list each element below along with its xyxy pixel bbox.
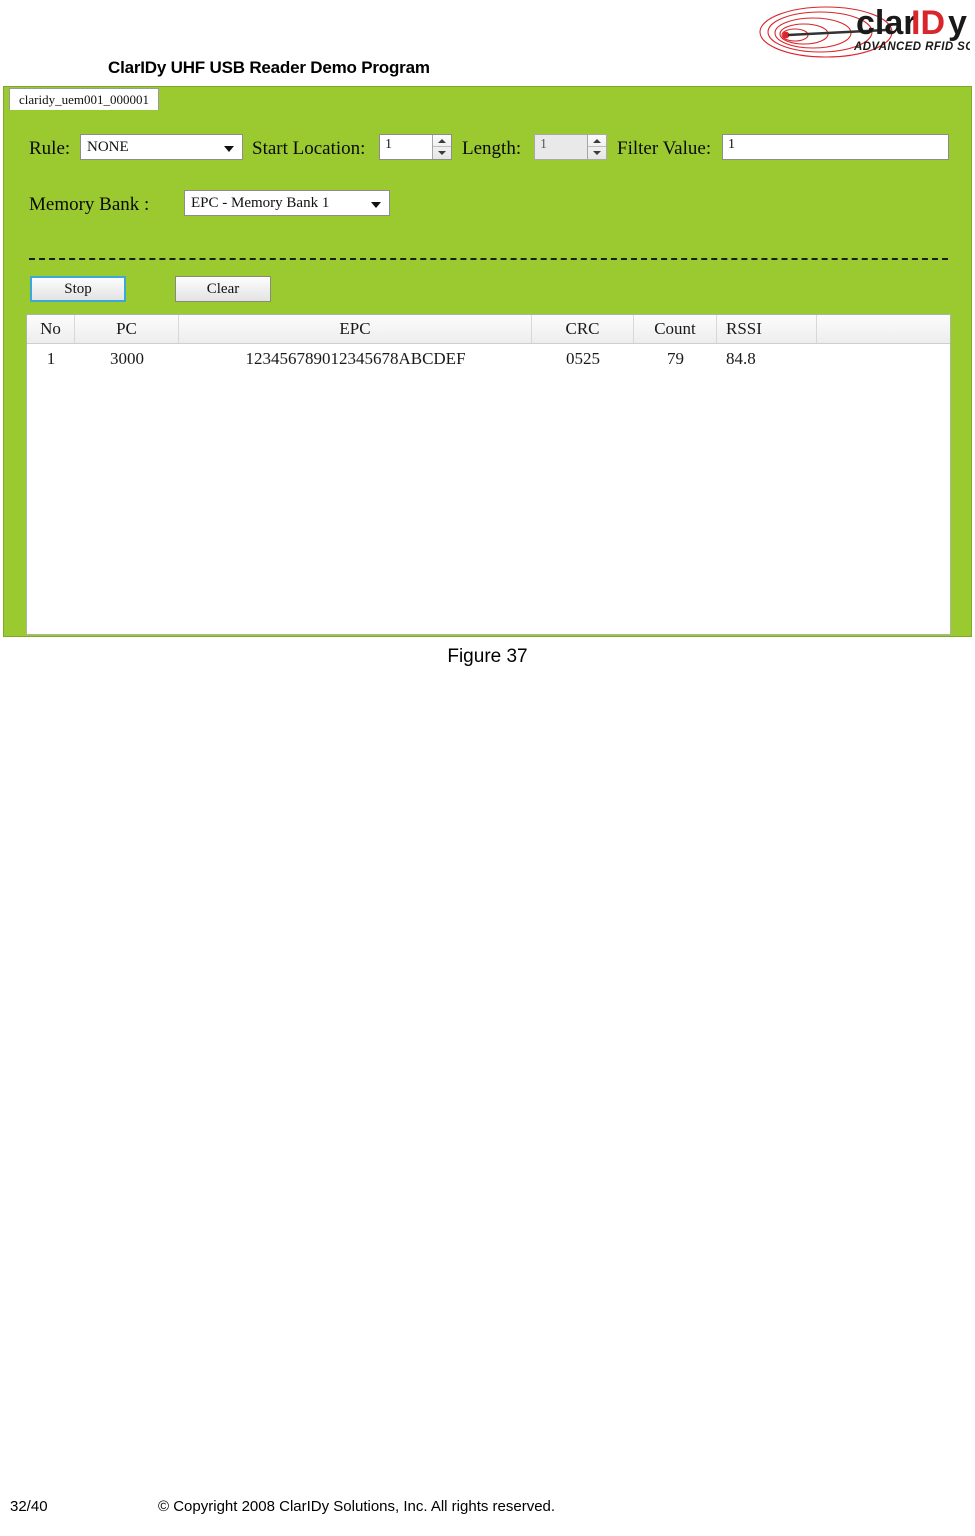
- svg-text:ID: ID: [911, 4, 945, 42]
- cell-rssi: 84.8: [726, 349, 756, 368]
- svg-text:ADVANCED RFID SOLUTIONS: ADVANCED RFID SOLUTIONS: [853, 41, 970, 53]
- stop-button[interactable]: Stop: [30, 276, 126, 302]
- chevron-down-icon: [371, 202, 381, 208]
- cell-spacer: [817, 344, 950, 374]
- figure-caption: Figure 37: [447, 646, 528, 667]
- length-stepper-buttons[interactable]: [587, 135, 606, 159]
- stepper-down-icon[interactable]: [588, 147, 606, 159]
- column-header-no[interactable]: No: [27, 315, 75, 343]
- filter-value-label: Filter Value:: [617, 138, 712, 159]
- tab-strip: claridy_uem001_000001: [4, 87, 971, 110]
- section-divider: [29, 258, 948, 260]
- cell-no: 1: [46, 349, 56, 368]
- chevron-down-icon: [224, 146, 234, 152]
- table-row[interactable]: 1 3000 123456789012345678ABCDEF 0525 79 …: [27, 344, 950, 374]
- start-location-label: Start Location:: [252, 138, 366, 159]
- cell-pc: 3000: [110, 349, 144, 368]
- svg-text:clar: clar: [856, 4, 917, 42]
- clear-button[interactable]: Clear: [175, 276, 271, 302]
- start-location-stepper-buttons[interactable]: [432, 135, 451, 159]
- rule-select[interactable]: NONE: [80, 134, 243, 160]
- svg-text:y: y: [948, 4, 967, 42]
- column-header-rssi[interactable]: RSSI: [717, 315, 817, 343]
- filter-value-input[interactable]: 1: [722, 134, 949, 160]
- action-buttons-row: Stop Clear: [4, 276, 971, 304]
- filter-controls-row: Rule: NONE Start Location: 1 Length: 1 F…: [4, 134, 971, 164]
- filter-value-text: 1: [728, 137, 735, 152]
- cell-epc: 123456789012345678ABCDEF: [245, 349, 466, 368]
- column-header-pc[interactable]: PC: [75, 315, 179, 343]
- rule-label: Rule:: [29, 138, 71, 159]
- grid-header-row: No PC EPC CRC Count RSSI: [27, 315, 950, 344]
- tab-claridy-uem001[interactable]: claridy_uem001_000001: [9, 88, 159, 110]
- length-stepper[interactable]: 1: [534, 134, 607, 160]
- page-header: clar ID y ADVANCED RFID SOLUTIONS ClarID…: [0, 0, 975, 86]
- column-header-crc[interactable]: CRC: [532, 315, 634, 343]
- length-label: Length:: [462, 138, 522, 159]
- panel-body: Rule: NONE Start Location: 1 Length: 1 F…: [4, 110, 971, 636]
- memory-bank-select[interactable]: EPC - Memory Bank 1: [184, 190, 390, 216]
- column-header-spacer: [817, 315, 950, 343]
- footer-copyright: © Copyright 2008 ClarIDy Solutions, Inc.…: [158, 1498, 556, 1515]
- memory-bank-label: Memory Bank :: [29, 194, 150, 215]
- claridy-logo: clar ID y ADVANCED RFID SOLUTIONS: [758, 0, 970, 58]
- memory-bank-row: Memory Bank : EPC - Memory Bank 1: [4, 190, 971, 220]
- footer-page-number: 32/40: [10, 1498, 48, 1515]
- column-header-epc[interactable]: EPC: [179, 315, 532, 343]
- app-window: claridy_uem001_000001 Rule: NONE Start L…: [3, 86, 972, 637]
- memory-bank-select-value: EPC - Memory Bank 1: [191, 195, 330, 211]
- length-value: 1: [540, 137, 547, 152]
- cell-count: 79: [667, 349, 684, 368]
- start-location-stepper[interactable]: 1: [379, 134, 452, 160]
- stepper-down-icon[interactable]: [433, 147, 451, 159]
- stepper-up-icon[interactable]: [433, 135, 451, 147]
- page-footer: 32/40 © Copyright 2008 ClarIDy Solutions…: [0, 1498, 975, 1520]
- column-header-count[interactable]: Count: [634, 315, 717, 343]
- cell-crc: 0525: [566, 349, 600, 368]
- stepper-up-icon[interactable]: [588, 135, 606, 147]
- start-location-value: 1: [385, 137, 392, 152]
- tag-results-grid[interactable]: No PC EPC CRC Count RSSI 1 3000 12345678…: [26, 314, 951, 635]
- rule-select-value: NONE: [87, 139, 129, 155]
- page-title: ClarIDy UHF USB Reader Demo Program: [108, 58, 430, 77]
